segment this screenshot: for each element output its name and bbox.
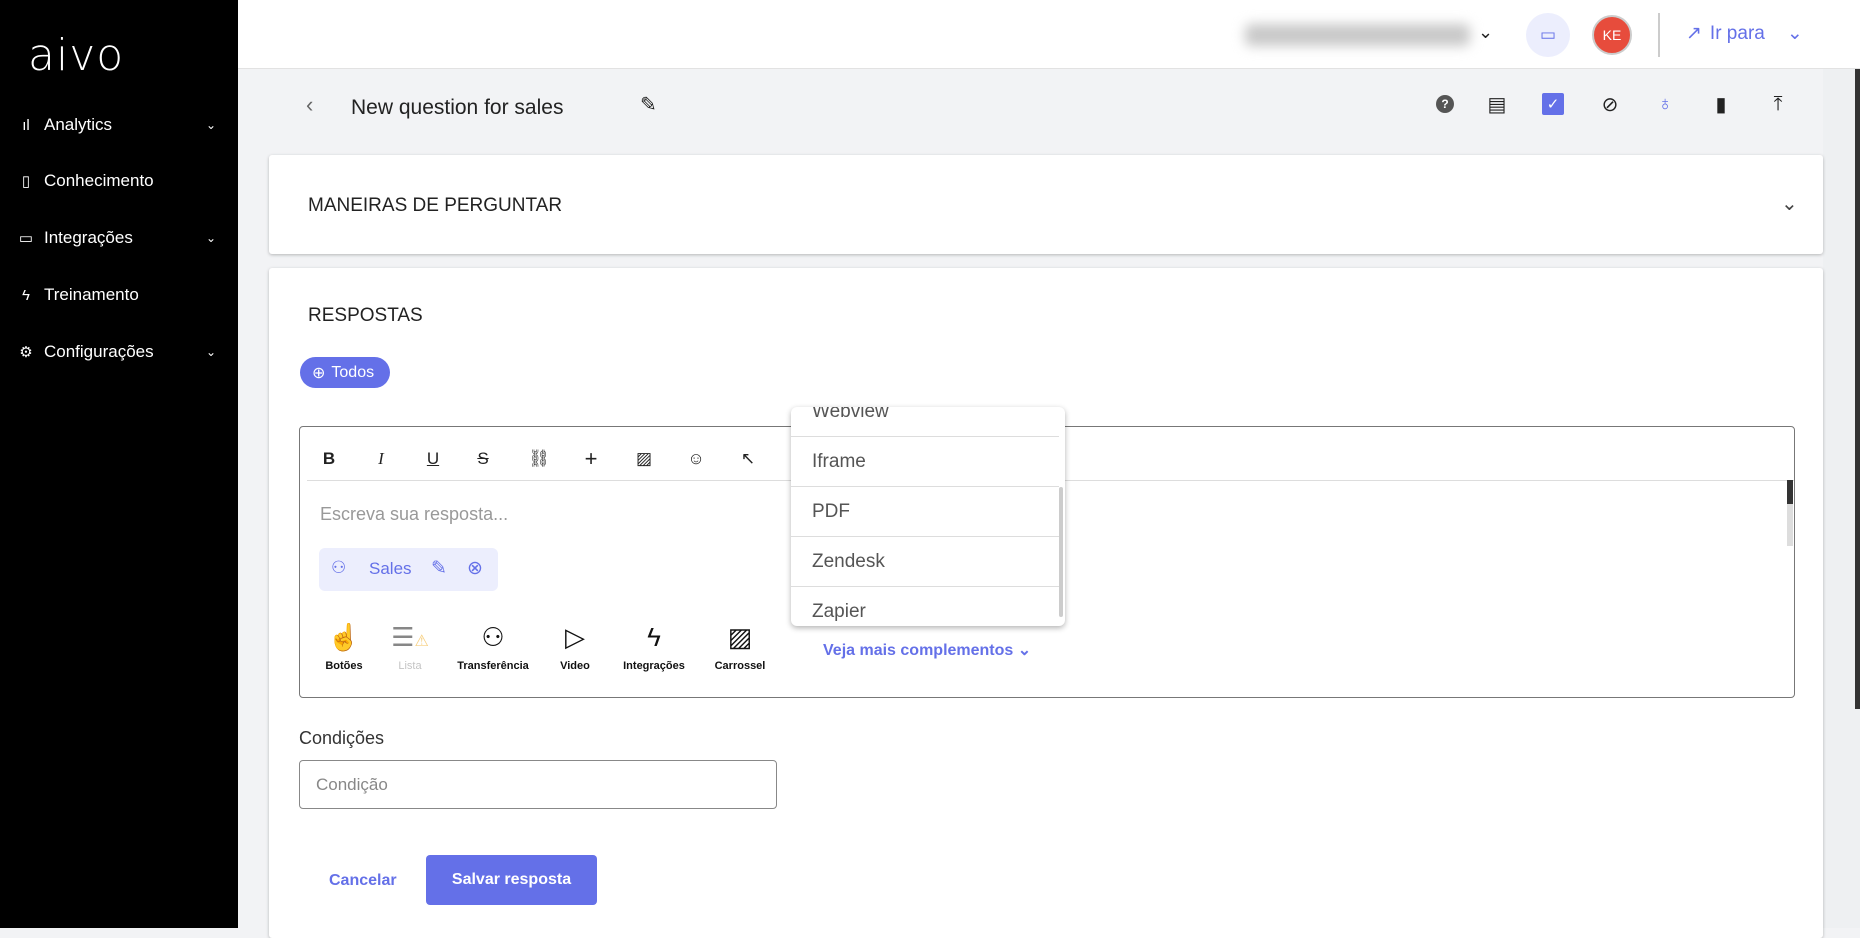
link-icon[interactable]: ⛓ [526, 446, 552, 472]
add-user-icon: ⚇ [331, 558, 347, 577]
component-integrations[interactable]: ϟ Integrações [609, 622, 699, 672]
edit-pencil-icon[interactable]: ✎ [640, 92, 657, 117]
image-icon[interactable]: ▨ [631, 446, 657, 472]
sidebar-item-conhecimento[interactable]: ▯ Conhecimento [0, 161, 238, 201]
page-scrollbar-thumb[interactable] [1855, 69, 1860, 709]
section-title: MANEIRAS DE PERGUNTAR [308, 195, 563, 216]
lightning-icon: ϟ [22, 286, 30, 304]
dropdown-scrollbar[interactable] [1059, 487, 1063, 617]
goto-menu[interactable]: ↗ Ir para ⌄ [1686, 22, 1803, 45]
sidebar-item-integracoes[interactable]: ▭ Integrações ⌄ [0, 218, 238, 258]
globe-icon: ⊕ [312, 364, 326, 382]
publish-icon[interactable]: ⤒ [1764, 90, 1792, 118]
section-title: RESPOSTAS [308, 305, 423, 326]
sidebar-item-label: Treinamento [44, 285, 139, 304]
bold-icon[interactable]: B [316, 446, 342, 472]
dropdown-item-zendesk[interactable]: Zendesk [791, 537, 1059, 587]
add-user-icon: ⚇ [481, 622, 505, 652]
component-carousel[interactable]: ▨ Carrossel [695, 622, 785, 672]
chat-icon: ▭ [18, 230, 34, 247]
components-dropdown: Webview Iframe PDF Zendesk Zapier [791, 407, 1065, 626]
sidebar-item-label: Integrações [44, 228, 133, 247]
edit-icon[interactable]: ✎ [431, 557, 447, 580]
chevron-down-icon: ⌄ [206, 345, 217, 359]
dropdown-item-zapier[interactable]: Zapier [791, 587, 1059, 626]
cancel-button[interactable]: Cancelar [329, 872, 397, 890]
sidebar-item-label: Analytics [44, 115, 113, 134]
chat-button[interactable]: ▭ [1526, 13, 1570, 57]
chevron-down-icon: ⌄ [1786, 23, 1803, 44]
back-button[interactable]: ‹ [306, 92, 313, 118]
chip-label: Sales [369, 559, 412, 578]
more-components-button[interactable]: Veja mais complementos ⌄ [823, 640, 1031, 660]
component-transfer[interactable]: ⚇ Transferência [448, 622, 538, 672]
language-pill[interactable]: ⊕ Todos [300, 357, 390, 388]
aivo-logo: aivo [28, 30, 125, 81]
goto-label: Ir para [1709, 22, 1765, 44]
chevron-down-icon: ⌄ [206, 118, 217, 132]
sidebar: aivo ıl Analytics ⌄ ▯ Conhecimento ▭ Integra… [0, 0, 238, 928]
editor-scrollbar-thumb[interactable] [1787, 480, 1793, 504]
emoji-icon[interactable]: ☺ [683, 446, 709, 472]
external-link-icon: ↗ [1686, 23, 1702, 44]
dropdown-item-webview[interactable]: Webview [791, 407, 1059, 437]
chat-icon: ▭ [1539, 25, 1557, 44]
conditions-label: Condições [299, 728, 385, 748]
bar-chart-icon: ıl [22, 116, 30, 134]
sidebar-item-label: Conhecimento [44, 171, 154, 190]
save-answer-button[interactable]: Salvar resposta [426, 855, 597, 905]
answer-input[interactable]: Escreva sua resposta... [320, 504, 508, 525]
sidebar-item-analytics[interactable]: ıl Analytics ⌄ [0, 105, 238, 145]
dropdown-item-iframe[interactable]: Iframe [791, 437, 1059, 487]
chevron-down-icon[interactable]: ⌄ [1478, 22, 1493, 43]
underline-icon[interactable]: U [420, 446, 446, 472]
sidebar-item-label: Configurações [44, 342, 154, 361]
eye-off-icon[interactable]: ⊘ [1596, 90, 1624, 118]
ways-to-ask-section[interactable]: MANEIRAS DE PERGUNTAR ⌄ [269, 155, 1823, 254]
lightbulb-icon[interactable]: ♁ [1651, 90, 1679, 118]
account-selector[interactable] [1245, 24, 1470, 46]
component-label: Lista [398, 660, 422, 672]
italic-icon[interactable]: I [368, 446, 394, 472]
strikethrough-icon[interactable]: S [470, 446, 496, 472]
avatar[interactable]: KE [1592, 15, 1632, 55]
component-label: Video [560, 660, 590, 672]
plus-icon[interactable]: + [578, 446, 604, 472]
video-play-icon: ▷ [565, 622, 585, 652]
page-title: New question for sales [351, 96, 564, 119]
component-label: Transferência [457, 660, 529, 672]
lightning-icon: ϟ [647, 622, 661, 652]
condition-input[interactable]: Condição [299, 760, 777, 809]
gear-icon: ⚙ [19, 344, 33, 361]
cursor-icon[interactable]: ↖ [735, 446, 761, 472]
component-label: Integrações [623, 660, 685, 672]
component-label: Carrossel [714, 660, 766, 672]
chevron-down-icon: ⌄ [206, 231, 217, 245]
comment-icon[interactable]: ▤ [1483, 90, 1511, 118]
chevron-down-icon: ⌄ [1017, 642, 1032, 659]
close-circle-icon[interactable]: ⊗ [467, 557, 483, 580]
editor-scrollbar[interactable] [1787, 480, 1793, 546]
checkbox-icon[interactable]: ✓ [1539, 90, 1567, 118]
book-icon: ▯ [21, 173, 31, 190]
language-label: Todos [331, 363, 375, 381]
divider [1658, 13, 1660, 57]
sidebar-item-treinamento[interactable]: ϟ Treinamento [0, 275, 238, 315]
more-label: Veja mais complementos [823, 642, 1014, 659]
sidebar-item-configuracoes[interactable]: ⚙ Configurações ⌄ [0, 332, 238, 372]
image-icon: ▨ [727, 622, 753, 652]
component-video[interactable]: ▷ Video [530, 622, 620, 672]
trash-icon[interactable]: ▮ [1707, 90, 1735, 118]
help-icon[interactable]: ? [1431, 90, 1459, 118]
transfer-chip: ⚇ Sales ✎ ⊗ [319, 548, 498, 591]
component-list[interactable]: ☰⚠ Lista [365, 622, 455, 672]
dropdown-item-pdf[interactable]: PDF [791, 487, 1059, 537]
list-warning-icon: ☰⚠ [391, 622, 429, 652]
chevron-down-icon[interactable]: ⌄ [1781, 191, 1798, 216]
